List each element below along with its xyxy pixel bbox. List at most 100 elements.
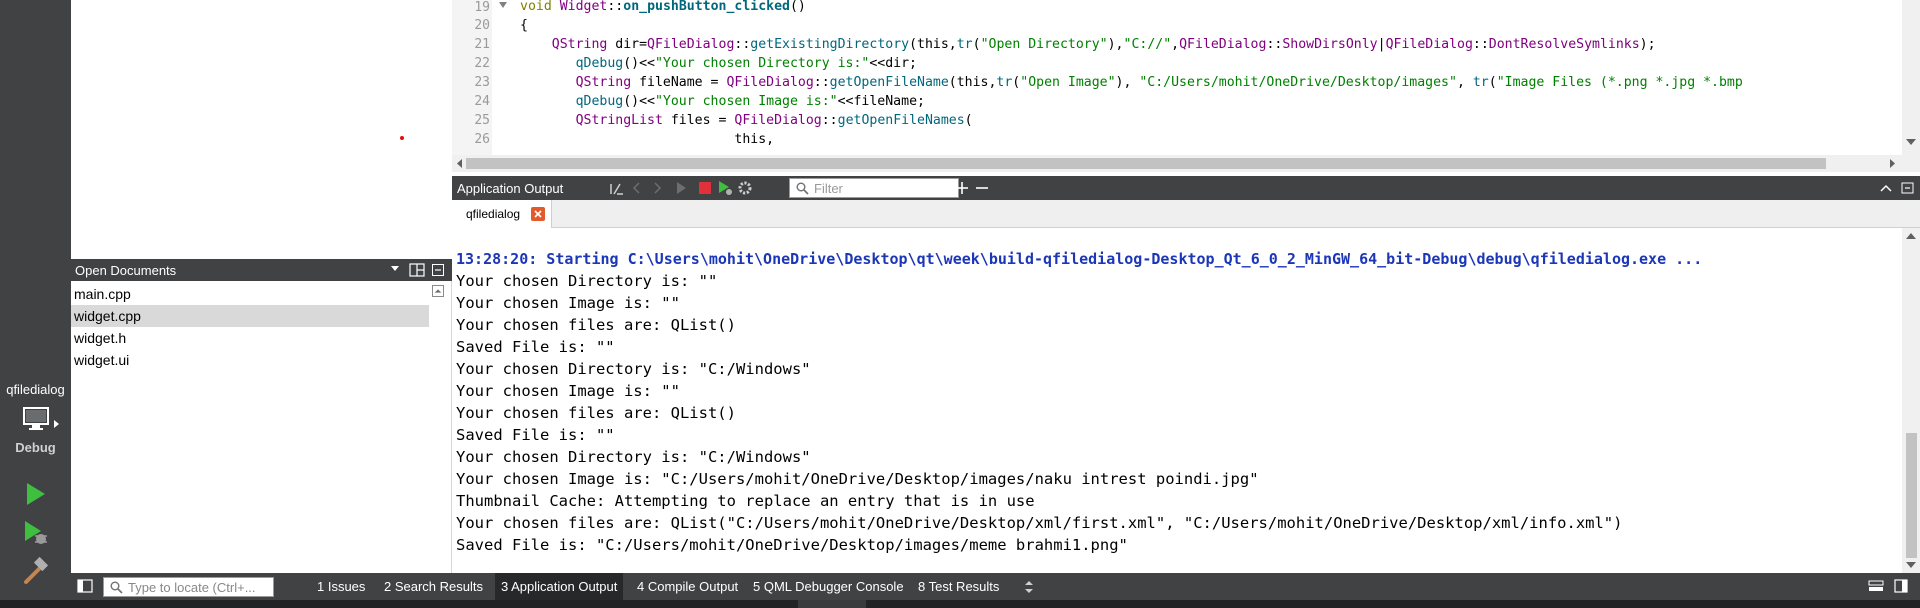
output-line: Saved File is: "C:/Users/mohit/OneDrive/… <box>456 536 1128 554</box>
minus-icon[interactable] <box>974 180 990 196</box>
output-line: 13:28:20: Starting C:\Users\mohit\OneDri… <box>456 250 1703 268</box>
output-line: Saved File is: "" <box>456 338 615 356</box>
code-editor[interactable]: 19 20 21 22 23 24 25 26 void Widget::on_… <box>452 0 1920 155</box>
scroll-down-icon[interactable] <box>1906 138 1916 146</box>
scroll-up-icon[interactable] <box>1906 232 1916 240</box>
output-pane-toolbar: Application Output Filter <box>452 176 1920 200</box>
back-icon[interactable] <box>629 180 645 196</box>
document-item[interactable]: widget.h <box>71 327 429 349</box>
scroll-up-icon[interactable] <box>432 285 444 297</box>
qt-creator-window: qfiledialog Debug Open Documents main.cp… <box>0 0 1920 608</box>
line-number: 19 <box>474 0 490 15</box>
code-line-21: QString dir=QFileDialog::getExistingDire… <box>551 37 1656 52</box>
maximize-pane-icon[interactable] <box>1878 180 1894 196</box>
output-tab-bar: qfiledialog <box>452 200 1920 228</box>
stop-icon[interactable] <box>697 180 713 196</box>
output-line: Your chosen Image is: "" <box>456 294 680 312</box>
red-marker-dot <box>400 136 404 140</box>
taskbar-indicator <box>798 600 866 608</box>
split-icon[interactable] <box>409 263 425 277</box>
code-line-22: qDebug()<<"Your chosen Directory is:"<<d… <box>575 56 917 71</box>
code-line-19: void Widget::on_pushButton_clicked() <box>520 0 806 14</box>
build-mode-label: Debug <box>15 440 56 455</box>
bug-play-icon[interactable] <box>20 518 50 548</box>
document-item[interactable]: widget.ui <box>71 349 429 371</box>
editor-horizontal-scrollbar[interactable] <box>452 155 1902 172</box>
line-number-gutter: 19 20 21 22 23 24 25 26 <box>452 0 492 155</box>
output-pane-title: Application Output <box>457 181 564 196</box>
output-line: Thumbnail Cache: Attempting to replace a… <box>456 492 1035 510</box>
open-documents-title[interactable]: Open Documents <box>75 263 176 278</box>
output-line: Your chosen Image is: "C:/Users/mohit/On… <box>456 470 1259 488</box>
locator-input[interactable]: Type to locate (Ctrl+... <box>103 577 274 597</box>
code-line-25: QStringList files = QFileDialog::getOpen… <box>575 113 973 128</box>
kit-project-label[interactable]: qfiledialog <box>0 382 71 397</box>
up-down-arrows-icon[interactable] <box>1024 580 1034 594</box>
output-line: Saved File is: "" <box>456 426 615 444</box>
output-line: Your chosen Directory is: "C:/Windows" <box>456 448 811 466</box>
close-pane-icon[interactable] <box>1900 180 1916 196</box>
locator-placeholder: Type to locate (Ctrl+... <box>128 580 256 595</box>
monitor-icon[interactable] <box>22 406 50 432</box>
line-number: 23 <box>474 75 490 90</box>
close-icon[interactable] <box>531 207 545 221</box>
pane-button-application-output[interactable]: 3 Application Output <box>495 573 624 600</box>
output-line: Your chosen Directory is: "" <box>456 272 718 290</box>
open-documents-list: main.cpp widget.cpp widget.h widget.ui <box>71 281 452 573</box>
gear-icon[interactable] <box>737 180 753 196</box>
hammer-icon[interactable] <box>20 556 50 586</box>
code-line-26: this, <box>734 132 775 147</box>
kit-selector-arrow-icon[interactable] <box>54 420 59 428</box>
attach-debugger-icon[interactable] <box>717 180 733 196</box>
scroll-left-icon[interactable] <box>455 159 464 168</box>
output-vertical-scrollbar[interactable] <box>1902 228 1920 573</box>
progress-details-icon[interactable] <box>1868 579 1884 593</box>
play-icon[interactable] <box>20 479 50 509</box>
plus-icon[interactable] <box>954 180 970 196</box>
tab-qfiledialog[interactable]: qfiledialog <box>452 200 552 228</box>
clear-output-icon[interactable] <box>609 180 625 196</box>
filter-placeholder: Filter <box>814 181 843 196</box>
search-icon <box>796 182 809 195</box>
editor-vertical-scrollbar[interactable] <box>1902 0 1920 172</box>
document-item[interactable]: main.cpp <box>71 283 429 305</box>
search-icon <box>110 581 123 594</box>
line-number: 25 <box>474 113 490 128</box>
toggle-right-sidebar-icon[interactable] <box>1894 579 1908 593</box>
output-line: Your chosen files are: QList("C:/Users/m… <box>456 514 1623 532</box>
project-tree-area <box>71 0 452 257</box>
open-documents-header: Open Documents <box>71 259 452 281</box>
pane-button-qml-debugger-console[interactable]: 5 QML Debugger Console <box>747 573 910 600</box>
output-line: Your chosen files are: QList() <box>456 404 736 422</box>
document-item[interactable]: widget.cpp <box>71 305 429 327</box>
code-line-20: { <box>520 18 528 33</box>
forward-icon[interactable] <box>649 180 665 196</box>
output-pane-bar: Type to locate (Ctrl+... 1 Issues 2 Sear… <box>71 573 1920 600</box>
toggle-sidebar-icon[interactable] <box>77 579 93 593</box>
pane-button-compile-output[interactable]: 4 Compile Output <box>631 573 744 600</box>
rerun-icon[interactable] <box>673 180 689 196</box>
code-line-23: QString fileName = QFileDialog::getOpenF… <box>575 75 1743 90</box>
taskbar-strip <box>0 600 1920 608</box>
mode-bar: qfiledialog Debug <box>0 0 71 608</box>
pane-button-issues[interactable]: 1 Issues <box>311 573 371 600</box>
scrollbar-thumb[interactable] <box>1906 433 1917 558</box>
tab-label: qfiledialog <box>466 207 521 221</box>
line-number: 24 <box>474 94 490 109</box>
chevron-down-icon[interactable] <box>391 266 399 271</box>
output-line: Your chosen Image is: "" <box>456 382 680 400</box>
application-output[interactable]: 13:28:20: Starting C:\Users\mohit\OneDri… <box>452 228 1902 573</box>
line-number: 26 <box>474 132 490 147</box>
output-line: Your chosen files are: QList() <box>456 316 736 334</box>
pane-button-test-results[interactable]: 8 Test Results <box>912 573 1005 600</box>
scrollbar-thumb[interactable] <box>466 158 1826 169</box>
code-line-24: qDebug()<<"Your chosen Image is:"<<fileN… <box>575 94 925 109</box>
fold-marker-icon[interactable] <box>499 2 507 8</box>
line-number: 22 <box>474 56 490 71</box>
scroll-down-icon[interactable] <box>1906 561 1916 569</box>
scroll-right-icon[interactable] <box>1888 159 1897 168</box>
pane-button-search-results[interactable]: 2 Search Results <box>378 573 489 600</box>
filter-input[interactable]: Filter <box>789 178 959 198</box>
close-pane-icon[interactable] <box>432 264 444 276</box>
line-number: 21 <box>474 37 490 52</box>
